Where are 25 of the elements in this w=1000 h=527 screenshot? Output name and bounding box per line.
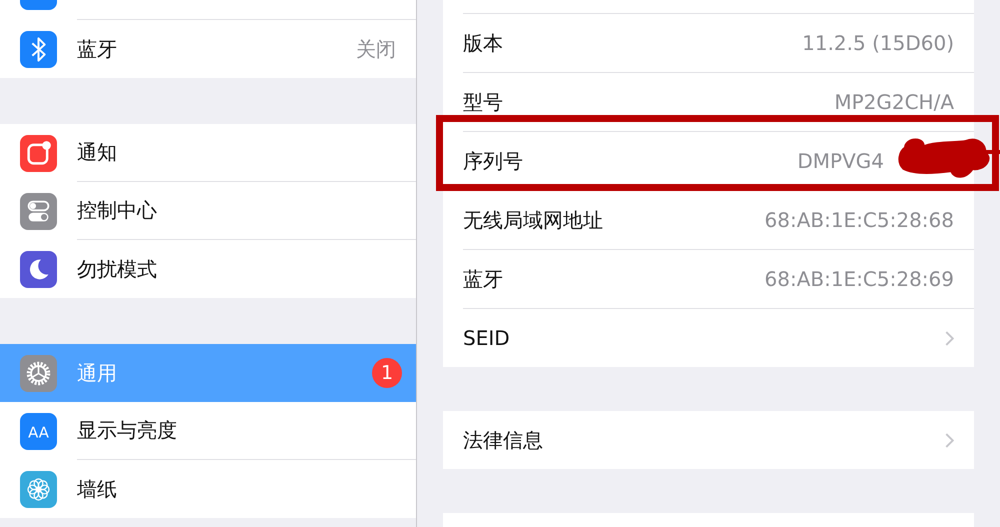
row-label: 序列号 bbox=[463, 148, 524, 174]
item-label: 勿扰模式 bbox=[77, 256, 158, 282]
row-label: 无线局域网地址 bbox=[463, 206, 604, 234]
row-label: 型号 bbox=[463, 88, 504, 116]
row-label: 法律信息 bbox=[463, 426, 544, 454]
notification-badge: 1 bbox=[372, 358, 402, 388]
item-label: 通用 bbox=[77, 360, 118, 386]
row-value: DMPVG4 bbox=[797, 149, 884, 173]
item-label: 控制中心 bbox=[77, 197, 158, 224]
chevron-icon[interactable] bbox=[945, 432, 954, 448]
row-value: MP2G2CH/A bbox=[834, 90, 954, 114]
item-label: 蓝牙 bbox=[77, 36, 118, 62]
row-label: 版本 bbox=[463, 30, 504, 56]
item-label: 显示与亮度 bbox=[77, 417, 178, 444]
item-value: 关闭 bbox=[356, 36, 396, 62]
sidebar-item[interactable]: 通用 1 bbox=[0, 344, 416, 402]
chevron-icon[interactable] bbox=[945, 330, 954, 346]
item-label: 墙纸 bbox=[77, 476, 118, 502]
row-value: 68:AB:1E:C5:28:68 bbox=[764, 208, 954, 232]
row-value: 68:AB:1E:C5:28:69 bbox=[764, 267, 954, 291]
item-label: 通知 bbox=[77, 139, 118, 166]
row-label: 蓝牙 bbox=[463, 266, 504, 292]
text-size-icon: AA bbox=[20, 412, 57, 450]
row-label: SEID bbox=[463, 326, 511, 350]
row-value: 11.2.5 (15D60) bbox=[802, 31, 954, 55]
